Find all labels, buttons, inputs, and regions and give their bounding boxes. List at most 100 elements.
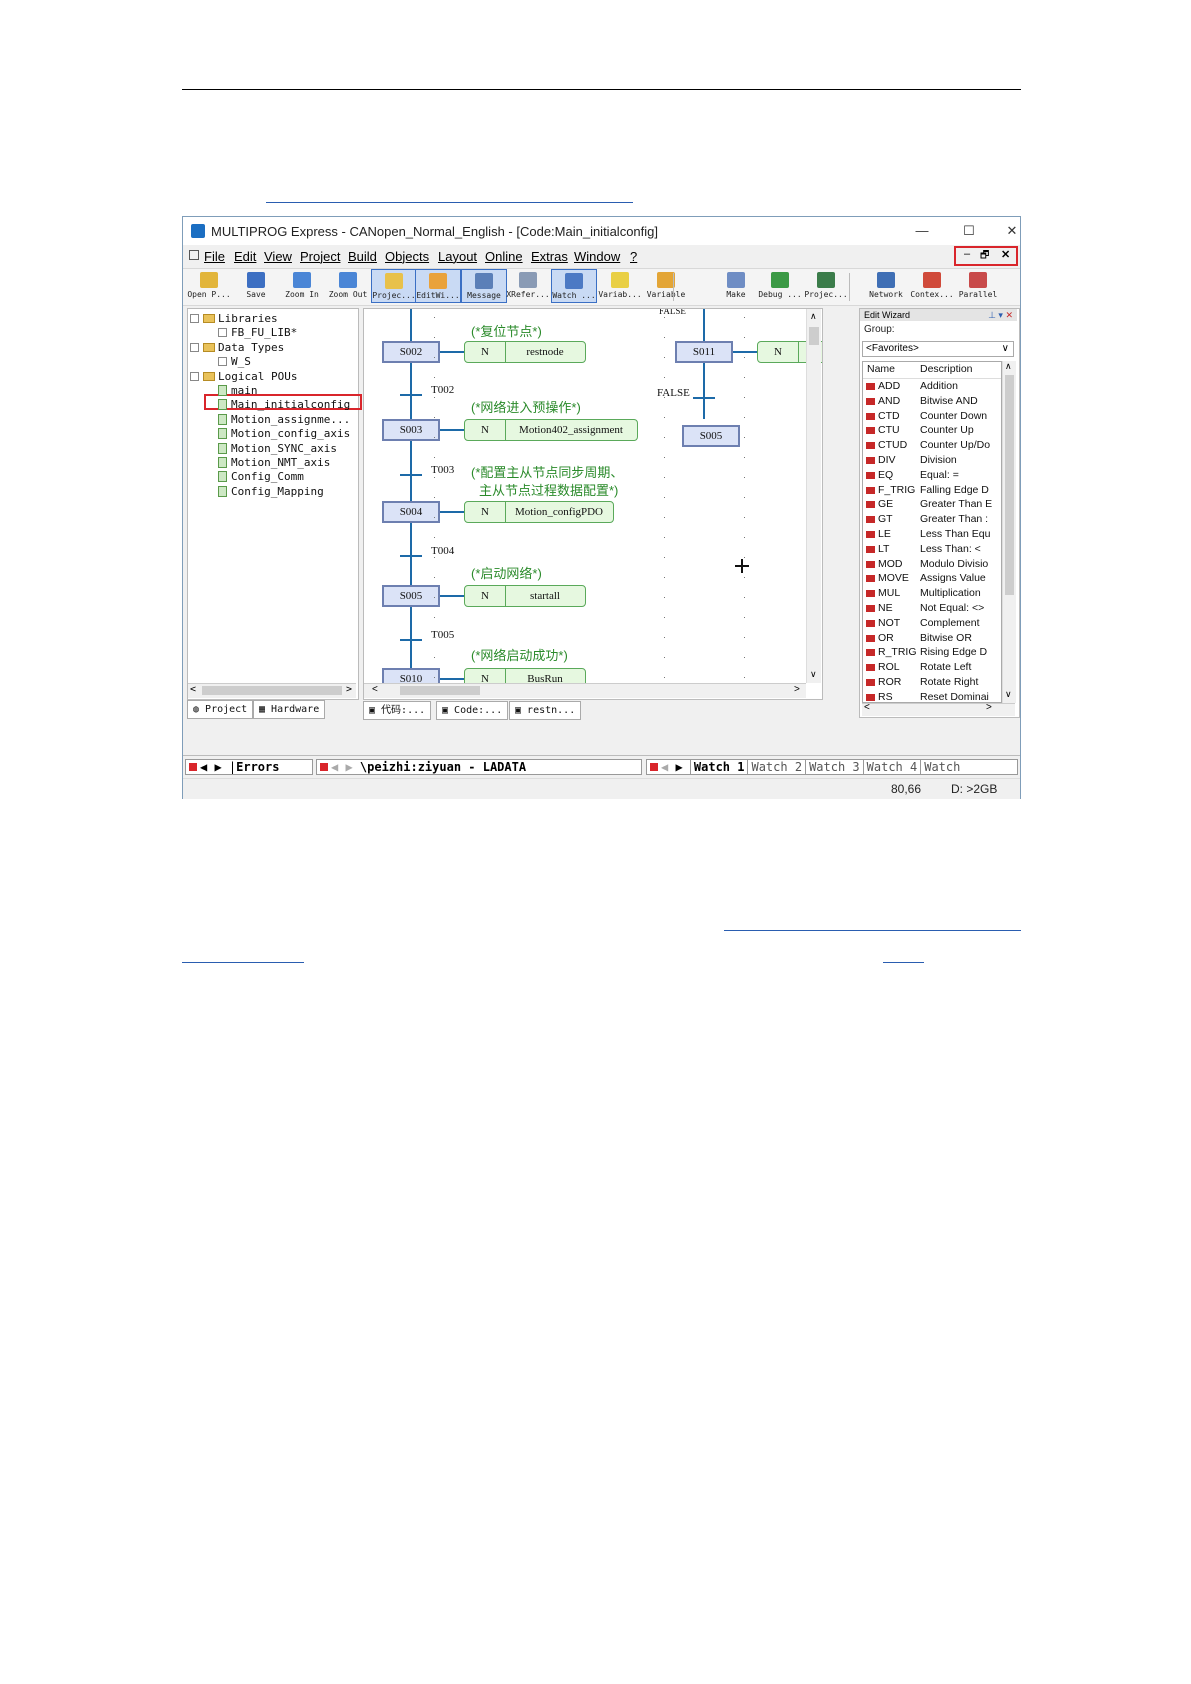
tab-project[interactable]: ◍ Project — [187, 700, 254, 719]
menu-extras[interactable]: Extras — [531, 249, 568, 264]
group-select[interactable]: <Favorites> ∨ — [862, 341, 1014, 357]
toolbar-button-project-control[interactable]: Projec... — [803, 269, 849, 303]
child-close-button[interactable]: ✕ — [1001, 248, 1010, 261]
tab-watch[interactable]: Watch 3 — [805, 760, 863, 774]
list-item[interactable]: MOD Modulo Divisio — [863, 557, 1001, 573]
tab-errors[interactable]: Errors — [236, 760, 279, 774]
transition-label-false[interactable]: FALSE — [657, 387, 690, 399]
tree-item[interactable]: W_S — [218, 355, 251, 368]
expand-toggle-icon[interactable] — [190, 314, 199, 323]
toolbar-button-zoom-out[interactable]: Zoom Out — [325, 269, 371, 303]
tree-item[interactable]: Config_Comm — [218, 470, 304, 483]
transition-bar[interactable] — [400, 474, 422, 476]
list-item[interactable]: CTU Counter Up — [863, 423, 1001, 439]
list-item[interactable]: LT Less Than: < — [863, 542, 1001, 558]
scroll-right-icon[interactable]: > — [346, 684, 352, 695]
list-item[interactable]: DIV Division — [863, 453, 1001, 469]
hyperlink-underline[interactable] — [182, 962, 304, 963]
tab-watch[interactable]: Watch 1 — [689, 760, 748, 774]
menu-online[interactable]: Online — [485, 249, 523, 264]
column-name[interactable]: Name — [867, 363, 895, 375]
tree-item[interactable]: Logical POUs — [190, 370, 297, 383]
toolbar-button-make[interactable]: Make — [713, 269, 759, 303]
scroll-down-icon[interactable]: ∨ — [810, 669, 817, 680]
wizard-horizontal-scrollbar[interactable]: < > — [862, 702, 1015, 716]
tab-editor-code[interactable]: ▣ Code:... — [436, 701, 509, 720]
toolbar-button-parallel[interactable]: Parallel — [955, 269, 1001, 303]
list-item[interactable]: MUL Multiplication — [863, 586, 1001, 602]
sfc-step-s003[interactable]: S003 — [382, 419, 440, 441]
toolbar-button-debug[interactable]: Debug ... — [757, 269, 803, 303]
scroll-down-icon[interactable]: ∨ — [1005, 689, 1012, 700]
editor-horizontal-scrollbar[interactable]: < > — [364, 683, 806, 698]
transition-t005[interactable]: T005 — [431, 629, 454, 641]
list-item[interactable]: OR Bitwise OR — [863, 631, 1001, 647]
toolbar-button-cross-reference[interactable]: XRefer... — [505, 269, 551, 303]
scroll-thumb[interactable] — [1005, 375, 1014, 595]
tree-item[interactable]: Data Types — [190, 341, 284, 354]
tab-watch[interactable]: Watch 4 — [862, 760, 921, 774]
list-item[interactable]: MOVE Assigns Value — [863, 571, 1001, 587]
toolbar-button-zoom-in[interactable]: Zoom In — [279, 269, 325, 303]
tree-item[interactable]: Config_Mapping — [218, 485, 324, 498]
tab-editor-restn[interactable]: ▣ restn... — [509, 701, 582, 720]
menu-objects[interactable]: Objects — [385, 249, 429, 264]
menu-layout[interactable]: Layout — [438, 249, 477, 264]
menu-view[interactable]: View — [264, 249, 292, 264]
document-icon[interactable] — [189, 250, 199, 260]
toolbar-button-context[interactable]: Contex... — [909, 269, 955, 303]
toolbar-button-message-window[interactable]: Message — [461, 269, 507, 303]
action-block-motion-configpdo[interactable]: N Motion_configPDO — [464, 501, 614, 523]
list-item[interactable]: AND Bitwise AND — [863, 394, 1001, 410]
tree-item[interactable]: Libraries — [190, 312, 278, 325]
list-item[interactable]: GE Greater Than E — [863, 497, 1001, 513]
scroll-up-icon[interactable]: ∧ — [1005, 361, 1012, 372]
scroll-thumb[interactable] — [400, 686, 480, 695]
child-restore-button[interactable]: 🗗 — [980, 248, 989, 265]
menu-edit[interactable]: Edit — [234, 249, 256, 264]
menu-file[interactable]: File — [204, 249, 225, 264]
tree-item[interactable]: main — [218, 384, 258, 397]
action-block-restnode[interactable]: N restnode — [464, 341, 586, 363]
tree-item[interactable]: Motion_SYNC_axis — [218, 442, 337, 455]
editor-vertical-scrollbar[interactable]: ∧ ∨ — [806, 309, 821, 683]
toolbar-button-edit-wizard[interactable]: EditWi... — [415, 269, 461, 303]
transition-t002[interactable]: T002 — [431, 384, 454, 396]
action-block-motion402-assignment[interactable]: N Motion402_assignment — [464, 419, 638, 441]
close-pane-icon[interactable] — [650, 763, 658, 771]
close-button[interactable]: ✕ — [1001, 221, 1023, 241]
pin-icon[interactable]: ⊥ ▾ ✕ — [988, 309, 1013, 321]
maximize-button[interactable]: ☐ — [954, 221, 984, 241]
menu-help[interactable]: ? — [630, 249, 637, 264]
scroll-left-icon[interactable]: < — [372, 684, 378, 695]
toolbar-button-variables[interactable]: Variab... — [597, 269, 643, 303]
tree-horizontal-scrollbar[interactable]: < > — [188, 683, 356, 698]
list-item[interactable]: ROL Rotate Left — [863, 660, 1001, 676]
nav-arrows-icon[interactable]: ◀ ▶ | — [200, 760, 236, 774]
toolbar-button-open-folder[interactable]: Open P... — [186, 269, 232, 303]
transition-bar[interactable] — [400, 394, 422, 396]
tab-watch[interactable]: Watch 2 — [747, 760, 806, 774]
list-item[interactable]: NE Not Equal: <> — [863, 601, 1001, 617]
nav-arrows-icon[interactable]: ◀ ▶ — [331, 760, 360, 774]
scroll-right-icon[interactable]: > — [986, 702, 992, 713]
toolbar-button-watch-window[interactable]: Watch ... — [551, 269, 597, 303]
scroll-right-icon[interactable]: > — [794, 684, 800, 695]
expand-toggle-icon[interactable] — [190, 342, 199, 352]
list-item[interactable]: F_TRIG Falling Edge D — [863, 483, 1001, 499]
list-item[interactable]: EQ Equal: = — [863, 468, 1001, 484]
tree-item[interactable]: FB_FU_LIB* — [218, 326, 297, 339]
sfc-editor-canvas[interactable]: FALSE (*复位节点*) S002 N restnode T002 (*网络… — [363, 308, 823, 700]
scroll-left-icon[interactable]: < — [190, 684, 196, 695]
sfc-step-s005[interactable]: S005 — [382, 585, 440, 607]
transition-t004[interactable]: T004 — [431, 545, 454, 557]
scroll-left-icon[interactable]: < — [864, 702, 870, 713]
hyperlink-underline[interactable] — [266, 202, 633, 203]
toolbar-button-project-tree[interactable]: Projec... — [371, 269, 417, 303]
toolbar-button-variable[interactable]: Variable — [643, 269, 689, 303]
errors-pane[interactable]: ◀ ▶ |Errors — [185, 759, 313, 775]
list-item[interactable]: ADD Addition — [863, 379, 1001, 395]
transition-bar[interactable] — [400, 555, 422, 557]
close-pane-icon[interactable] — [320, 763, 328, 771]
nav-arrows-icon[interactable]: ▶ — [675, 760, 689, 774]
